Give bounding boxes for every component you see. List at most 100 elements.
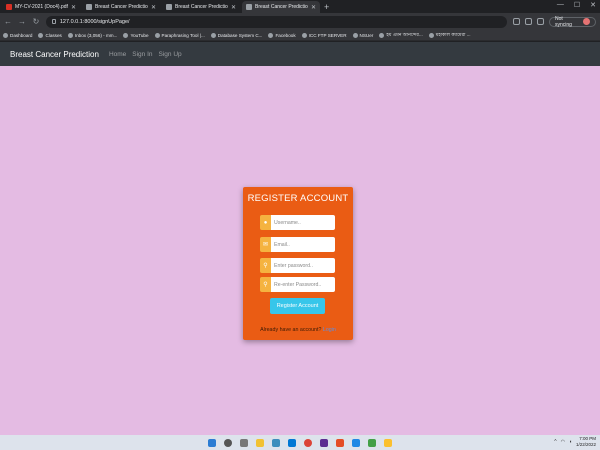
email-field-group: ✉ <box>260 237 335 252</box>
close-tab-icon[interactable]: ✕ <box>311 4 316 11</box>
bookmark-item[interactable]: Inbox (3,056) - mm... <box>67 32 118 38</box>
username-input[interactable] <box>271 215 335 230</box>
page-icon <box>246 4 252 10</box>
close-tab-icon[interactable]: ✕ <box>71 4 76 11</box>
bookmark-item[interactable]: Paraphrasing Tool |... <box>154 32 205 38</box>
taskbar-apps <box>0 435 600 450</box>
bookmark-icon <box>268 32 274 38</box>
login-prompt-text: Already have an account? <box>260 327 322 333</box>
app-icon[interactable] <box>384 438 392 447</box>
username-field-group: ● <box>260 215 335 230</box>
register-card: REGISTER ACCOUNT ● ✉ ⚲ ⚲ Register Accoun… <box>243 187 353 340</box>
password-input[interactable] <box>271 258 335 273</box>
maximize-icon[interactable]: ☐ <box>574 1 580 9</box>
nav-link-sign-in[interactable]: Sign In <box>132 51 152 58</box>
site-brand[interactable]: Breast Cancer Prediction <box>10 50 99 59</box>
back-arrow-icon[interactable]: ← <box>4 17 12 26</box>
bookmark-item[interactable]: NSUer <box>352 32 374 38</box>
bookmark-label: NSUer <box>359 32 374 38</box>
bookmark-item[interactable]: Dashboard <box>3 32 33 38</box>
browser-toolbar: ← → ↻ 127.0.0.1:8000/signUpPage/ Not syn… <box>0 13 600 30</box>
info-icon[interactable] <box>51 19 56 24</box>
browser-tab-active[interactable]: Breast Cancer Prediction ✕ <box>242 1 320 13</box>
app-icon[interactable] <box>336 438 344 447</box>
system-clock[interactable]: 7:00 PM 1/22/2022 <box>576 436 596 448</box>
share-icon[interactable] <box>513 18 521 25</box>
bookmark-item[interactable]: মহাকাল ক্যামেরা ... <box>428 31 471 39</box>
site-navbar: Breast Cancer Prediction Home Sign In Si… <box>0 42 600 66</box>
toolbar-icons: Not syncing <box>513 15 596 28</box>
bookmark-item[interactable]: ICC FTP SERVER <box>301 32 347 38</box>
window-controls: — ☐ ✕ <box>557 1 596 9</box>
confirm-password-field-group: ⚲ <box>260 277 335 292</box>
tab-title: Breast Cancer Prediction <box>255 4 308 10</box>
app-icon[interactable] <box>368 438 376 447</box>
envelope-icon: ✉ <box>260 237 271 252</box>
password-field-group: ⚲ <box>260 258 335 273</box>
bookmark-item[interactable]: Database System C... <box>210 32 262 38</box>
register-button[interactable]: Register Account <box>270 298 325 314</box>
page-icon <box>166 4 172 10</box>
form-title: REGISTER ACCOUNT <box>247 193 349 204</box>
bookmark-icon <box>38 32 44 38</box>
url-text[interactable]: 127.0.0.1:8000/signUpPage/ <box>60 19 130 25</box>
bookmark-item[interactable]: Facebook <box>268 32 296 38</box>
login-prompt: Already have an account? Login <box>243 327 353 333</box>
minimize-icon[interactable]: — <box>557 1 564 9</box>
close-tab-icon[interactable]: ✕ <box>151 4 156 11</box>
bookmark-icon <box>428 32 434 38</box>
chrome-icon[interactable] <box>304 438 312 447</box>
extensions-icon[interactable] <box>537 18 544 25</box>
new-tab-button[interactable]: + <box>324 1 329 13</box>
search-icon[interactable] <box>224 438 232 447</box>
bookmark-label: YouTube <box>130 32 149 38</box>
browser-tab[interactable]: Breast Cancer Prediction ✕ <box>162 1 240 13</box>
os-taskbar: ^ ◠ ◖ 7:00 PM 1/22/2022 <box>0 435 600 450</box>
browser-tab[interactable]: MY-CV-2021 (Doc4).pdf ✕ <box>2 1 80 13</box>
email-input[interactable] <box>271 237 335 252</box>
vscode-icon[interactable] <box>320 438 328 447</box>
address-bar[interactable]: 127.0.0.1:8000/signUpPage/ <box>45 15 508 28</box>
reload-icon[interactable]: ↻ <box>32 17 40 26</box>
pdf-icon <box>6 4 12 10</box>
file-explorer-icon[interactable] <box>256 438 264 447</box>
forward-arrow-icon[interactable]: → <box>18 17 26 26</box>
bookmark-icon <box>67 32 73 38</box>
tab-title: Breast Cancer Prediction <box>95 4 148 10</box>
volume-icon[interactable]: ◖ <box>569 439 572 445</box>
bookmark-label: ICC FTP SERVER <box>308 32 347 38</box>
sync-label: Not syncing <box>554 15 572 28</box>
bookmark-label: Dashboard <box>10 32 33 38</box>
confirm-password-input[interactable] <box>271 277 335 292</box>
bookmark-label: Facebook <box>275 32 296 38</box>
app-icon[interactable] <box>352 438 360 447</box>
bookmark-icon <box>210 32 216 38</box>
star-icon[interactable] <box>525 18 533 25</box>
wifi-icon[interactable]: ◠ <box>561 439 565 445</box>
bookmark-icon <box>352 32 358 38</box>
key-icon: ⚲ <box>260 258 271 273</box>
windows-start-icon[interactable] <box>208 438 216 447</box>
bookmark-icon <box>123 32 129 38</box>
login-link[interactable]: Login <box>323 327 336 333</box>
bookmark-label: হয় এমন আনন্দের... <box>386 32 423 37</box>
profile-sync-button[interactable]: Not syncing <box>548 15 596 28</box>
nav-link-home[interactable]: Home <box>109 51 126 58</box>
bookmark-label: Paraphrasing Tool |... <box>161 32 205 38</box>
nav-link-sign-up[interactable]: Sign Up <box>159 51 182 58</box>
store-icon[interactable] <box>288 438 296 447</box>
bookmark-label: Inbox (3,056) - mm... <box>74 32 118 38</box>
bookmark-item[interactable]: YouTube <box>123 32 149 38</box>
close-window-icon[interactable]: ✕ <box>590 1 596 9</box>
close-tab-icon[interactable]: ✕ <box>231 4 236 11</box>
chevron-up-icon[interactable]: ^ <box>554 439 556 445</box>
clock-date: 1/22/2022 <box>575 442 596 447</box>
bookmark-item[interactable]: Classes <box>38 32 62 38</box>
bookmark-item[interactable]: হয় এমন আনন্দের... <box>379 31 423 39</box>
browser-tab[interactable]: Breast Cancer Prediction ✕ <box>82 1 160 13</box>
page-background: REGISTER ACCOUNT ● ✉ ⚲ ⚲ Register Accoun… <box>0 66 600 435</box>
browser-tab-strip: MY-CV-2021 (Doc4).pdf ✕ Breast Cancer Pr… <box>0 0 600 13</box>
edge-icon[interactable] <box>272 438 280 447</box>
task-view-icon[interactable] <box>240 438 248 447</box>
bookmark-icon <box>379 32 385 38</box>
